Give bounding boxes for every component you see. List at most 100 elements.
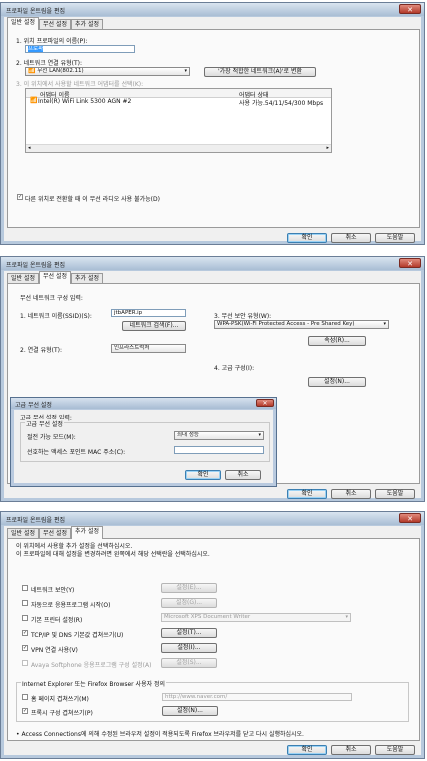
help-button[interactable]: 도움말 xyxy=(375,745,415,755)
tab-general[interactable]: 일반 설정 xyxy=(7,17,39,30)
tab-additional[interactable]: 추가 설정 xyxy=(71,19,103,29)
close-button[interactable]: ✕ xyxy=(256,399,274,407)
homepage-url-value: http://www.naver.com/ xyxy=(165,694,228,700)
title-bar[interactable]: 프로파일 온트림을 편집 ✕ xyxy=(1,3,424,16)
adapter-list[interactable]: 어댑터 이름 어댑터 상태 📶 Intel(R) WiFi Link 5300 … xyxy=(25,88,332,153)
dialog-body: 고급 무선 설정 입력: 고급 무선 설정 절전 가능 모드(M): 최대 성능… xyxy=(14,410,273,483)
scroll-right-icon[interactable]: ▸ xyxy=(326,145,329,151)
connection-type-value: 무선 LAN(802.11) xyxy=(37,68,84,74)
tcpip-dns-settings-button[interactable]: 설정(T)... xyxy=(161,628,217,638)
auto-start-apps-settings-button[interactable]: 설정(G)... xyxy=(161,598,217,608)
default-printer-select[interactable]: Microsoft XPS Document Writer ▾ xyxy=(161,613,351,622)
network-search-button[interactable]: 네트워크 검색(F)... xyxy=(122,321,186,331)
avaya-softphone-checkbox[interactable] xyxy=(22,660,28,666)
disable-radio-label: 다른 위치로 전환할 때 이 무선 라디오 사용 불가능(D) xyxy=(25,196,160,203)
cancel-button[interactable]: 취소 xyxy=(331,489,371,499)
tcpip-dns-checkbox[interactable]: ✓ xyxy=(22,630,28,636)
vpn-connection-checkbox[interactable]: ✓ xyxy=(22,645,28,651)
ssid-label: 1. 네트워크 이름(SSID)(S): xyxy=(20,313,92,320)
vpn-settings-button[interactable]: 설정(I)... xyxy=(161,643,217,653)
best-network-button[interactable]: '가장 적합한 네트워크(A)'로 변환 xyxy=(204,67,316,77)
ok-button[interactable]: 확인 xyxy=(287,489,327,499)
proxy-override-checkbox[interactable]: ✓ xyxy=(22,708,28,714)
help-button[interactable]: 도움말 xyxy=(375,233,415,243)
tab-general[interactable]: 일반 설정 xyxy=(7,528,39,538)
description-line-2: 이 프로파일에 대해 설정을 변경하려면 왼쪽에서 해당 선택란을 선택하십시오… xyxy=(16,551,210,558)
connection-type-select[interactable]: 인프라스트럭처 xyxy=(111,344,186,353)
tab-additional[interactable]: 추가 설정 xyxy=(71,273,103,283)
close-button[interactable]: ✕ xyxy=(399,513,421,523)
network-security-settings-button[interactable]: 설정(E)... xyxy=(161,583,217,593)
browser-group-title: Internet Explorer 또는 Firefox Browser 사용자… xyxy=(21,679,167,688)
chevron-down-icon: ▾ xyxy=(258,432,261,438)
tab-wireless[interactable]: 무선 설정 xyxy=(39,528,71,538)
chevron-down-icon: ▾ xyxy=(184,68,187,74)
properties-button[interactable]: 속성(R)... xyxy=(308,336,366,346)
dialog-ok-button[interactable]: 확인 xyxy=(185,470,221,480)
dialog-client: 일반 설정 무선 설정 추가 설정 이 위치에서 사용할 추가 설정을 선택하십… xyxy=(4,526,421,755)
cancel-button[interactable]: 취소 xyxy=(331,745,371,755)
scroll-left-icon[interactable]: ◂ xyxy=(28,145,31,151)
connection-type-select[interactable]: 📶 무선 LAN(802.11) ▾ xyxy=(25,67,190,76)
proxy-override-label: 프록시 구성 겹쳐쓰기(P) xyxy=(31,710,93,717)
connection-type-value: 인프라스트럭처 xyxy=(114,345,150,351)
close-button[interactable]: ✕ xyxy=(399,258,421,268)
default-printer-label: 기본 프린터 설정(R) xyxy=(31,617,83,624)
mac-address-input[interactable] xyxy=(174,446,264,454)
tab-additional[interactable]: 추가 설정 xyxy=(71,526,103,539)
connection-type-label: 2. 연결 유형(T): xyxy=(20,347,62,354)
title-bar[interactable]: 프로파일 온트림을 편집 ✕ xyxy=(1,512,424,525)
auto-start-apps-label: 자동으로 응용프로그램 시작(O) xyxy=(31,602,111,609)
power-save-value: 최대 성능 xyxy=(177,432,199,438)
window-title: 프로파일 온트림을 편집 xyxy=(6,262,66,269)
network-security-checkbox[interactable] xyxy=(22,585,28,591)
wireless-config-heading: 무선 네트워크 구성 입력: xyxy=(20,295,83,302)
wireless-signal-icon: 📶 xyxy=(28,67,36,74)
ssid-input[interactable]: jtbAPER.ip xyxy=(111,309,186,317)
adapter-name: Intel(R) WiFi Link 5300 AGN #2 xyxy=(38,98,132,105)
advanced-group-title: 고급 무선 설정 xyxy=(25,419,64,428)
disable-radio-checkbox[interactable]: ✓ xyxy=(17,194,23,200)
advanced-wireless-dialog: 고급 무선 설정 ✕ 고급 무선 설정 입력: 고급 무선 설정 절전 가능 모… xyxy=(10,397,277,487)
browser-custom-group: Internet Explorer 또는 Firefox Browser 사용자… xyxy=(16,679,409,722)
default-printer-checkbox[interactable] xyxy=(22,615,28,621)
homepage-override-label: 홈 페이지 겹쳐쓰기(M) xyxy=(31,696,89,703)
window-wireless-settings: 프로파일 온트림을 편집 ✕ 일반 설정 무선 설정 추가 설정 무선 네트워크… xyxy=(0,256,425,502)
adapter-row[interactable]: 📶 Intel(R) WiFi Link 5300 AGN #2 사용 가능.5… xyxy=(26,98,331,108)
avaya-settings-button[interactable]: 설정(S)... xyxy=(161,658,217,668)
help-button[interactable]: 도움말 xyxy=(375,489,415,499)
horizontal-scrollbar[interactable]: ◂ ▸ xyxy=(26,144,331,152)
title-bar[interactable]: 프로파일 온트림을 편집 ✕ xyxy=(1,257,424,270)
vpn-connection-label: VPN 연결 사용(V) xyxy=(31,647,78,654)
profile-name-input[interactable]: 프로파 xyxy=(25,45,135,53)
firefox-note: • Access Connections에 의해 수정된 브라우저 설정이 적용… xyxy=(16,731,304,738)
adapter-status: 사용 가능.54/11/54/300 Mbps xyxy=(239,100,324,107)
dialog-title-bar[interactable]: 고급 무선 설정 ✕ xyxy=(11,398,276,409)
proxy-settings-button[interactable]: 설정(N)... xyxy=(162,706,218,716)
homepage-url-input[interactable]: http://www.naver.com/ xyxy=(162,693,352,701)
settings-button[interactable]: 설정(N)... xyxy=(308,377,366,387)
ok-button[interactable]: 확인 xyxy=(287,233,327,243)
chevron-down-icon: ▾ xyxy=(383,321,386,327)
tab-general[interactable]: 일반 설정 xyxy=(7,273,39,283)
connection-type-label: 2. 네트워크 연결 유형(T): xyxy=(16,60,82,67)
auto-start-apps-checkbox[interactable] xyxy=(22,600,28,606)
ok-button[interactable]: 확인 xyxy=(287,745,327,755)
advanced-config-label: 4. 고급 구성(I): xyxy=(214,365,255,372)
profile-name-label: 1. 위치 프로파일의 이름(P): xyxy=(16,38,88,45)
window-title: 프로파일 온트림을 편집 xyxy=(6,8,66,15)
network-security-label: 네트워크 보안(Y) xyxy=(31,587,75,594)
dialog-title: 고급 무선 설정 xyxy=(15,402,52,409)
homepage-override-checkbox[interactable] xyxy=(22,694,28,700)
dialog-cancel-button[interactable]: 취소 xyxy=(225,470,261,480)
power-save-select[interactable]: 최대 성능 ▾ xyxy=(174,431,264,440)
close-button[interactable]: ✕ xyxy=(399,4,421,14)
cancel-button[interactable]: 취소 xyxy=(331,233,371,243)
adapter-select-label: 3. 이 위치에서 사용할 네트워크 어댑터를 선택(K): xyxy=(16,81,144,88)
tab-wireless[interactable]: 무선 설정 xyxy=(39,271,71,284)
security-type-select[interactable]: WPA-PSK(Wi-Fi Protected Access - Pre Sha… xyxy=(214,320,389,329)
tcpip-dns-label: TCP/IP 및 DNS 기본값 겹쳐쓰기(U) xyxy=(31,632,124,639)
tab-wireless[interactable]: 무선 설정 xyxy=(39,19,71,29)
power-save-label: 절전 가능 모드(M): xyxy=(27,434,76,441)
advanced-group: 고급 무선 설정 절전 가능 모드(M): 최대 성능 ▾ 선호하는 액세스 포… xyxy=(20,419,270,462)
